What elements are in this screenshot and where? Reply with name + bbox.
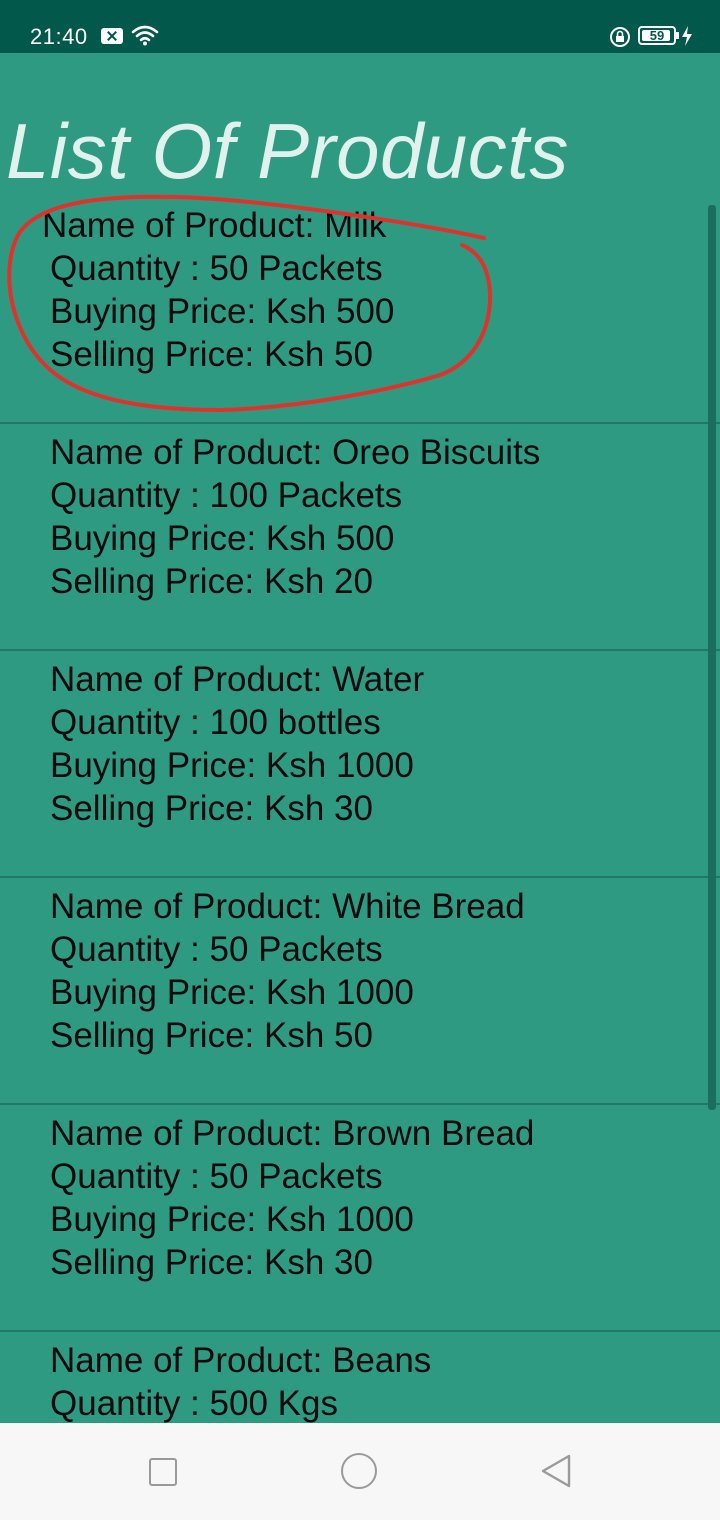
bolt-icon	[682, 26, 692, 46]
product-quantity: Quantity : 50 Packets	[50, 1157, 383, 1196]
scrollbar[interactable]	[708, 205, 716, 1110]
product-buying-price: Buying Price: Ksh 500	[50, 292, 395, 331]
product-name: Name of Product: Brown Bread	[50, 1114, 535, 1153]
product-quantity: Quantity : 100 Packets	[50, 476, 403, 515]
product-name: Name of Product: Milk	[42, 206, 387, 245]
product-name: Name of Product: Water	[50, 660, 425, 699]
product-item-beans[interactable]: Name of Product: Beans Quantity : 500 Kg…	[0, 1333, 720, 1423]
product-item-white-bread[interactable]: Name of Product: White Bread Quantity : …	[0, 879, 720, 1105]
status-time: 21:40	[30, 24, 88, 49]
product-quantity: Quantity : 50 Packets	[50, 930, 383, 969]
product-buying-price: Buying Price: Ksh 500	[50, 519, 395, 558]
circle-home-icon[interactable]	[341, 1453, 377, 1489]
product-quantity: Quantity : 500 Kgs	[50, 1384, 338, 1423]
navigation-bar	[0, 1423, 720, 1520]
product-item-water[interactable]: Name of Product: Water Quantity : 100 bo…	[0, 652, 720, 878]
product-buying-price: Buying Price: Ksh 1000	[50, 746, 414, 785]
product-quantity: Quantity : 50 Packets	[50, 249, 383, 288]
product-selling-price: Selling Price: Ksh 30	[50, 789, 373, 828]
product-list[interactable]: Name of Product: Milk Quantity : 50 Pack…	[0, 198, 720, 1423]
triangle-back-icon[interactable]	[539, 1453, 573, 1489]
product-item-brown-bread[interactable]: Name of Product: Brown Bread Quantity : …	[0, 1106, 720, 1332]
product-item-milk[interactable]: Name of Product: Milk Quantity : 50 Pack…	[0, 198, 720, 424]
product-name: Name of Product: Oreo Biscuits	[50, 433, 541, 472]
product-selling-price: Selling Price: Ksh 50	[50, 1016, 373, 1055]
battery-indicator: 59	[638, 26, 676, 45]
page-title: List Of Products	[6, 107, 569, 195]
product-buying-price: Buying Price: Ksh 1000	[50, 1200, 414, 1239]
battery-level: 59	[649, 28, 665, 43]
close-box-icon	[101, 28, 123, 44]
product-selling-price: Selling Price: Ksh 30	[50, 1243, 373, 1282]
product-item-oreo-biscuits[interactable]: Name of Product: Oreo Biscuits Quantity …	[0, 425, 720, 651]
product-quantity: Quantity : 100 bottles	[50, 703, 381, 742]
wifi-icon	[131, 25, 159, 46]
battery-tip	[676, 32, 679, 39]
product-name: Name of Product: Beans	[50, 1341, 432, 1380]
product-selling-price: Selling Price: Ksh 20	[50, 562, 373, 601]
status-bar: 21:40 59	[0, 0, 720, 53]
square-recent-icon[interactable]	[149, 1458, 177, 1486]
product-selling-price: Selling Price: Ksh 50	[50, 335, 373, 374]
rotation-lock-icon	[610, 27, 630, 47]
product-name: Name of Product: White Bread	[50, 887, 525, 926]
product-buying-price: Buying Price: Ksh 1000	[50, 973, 414, 1012]
